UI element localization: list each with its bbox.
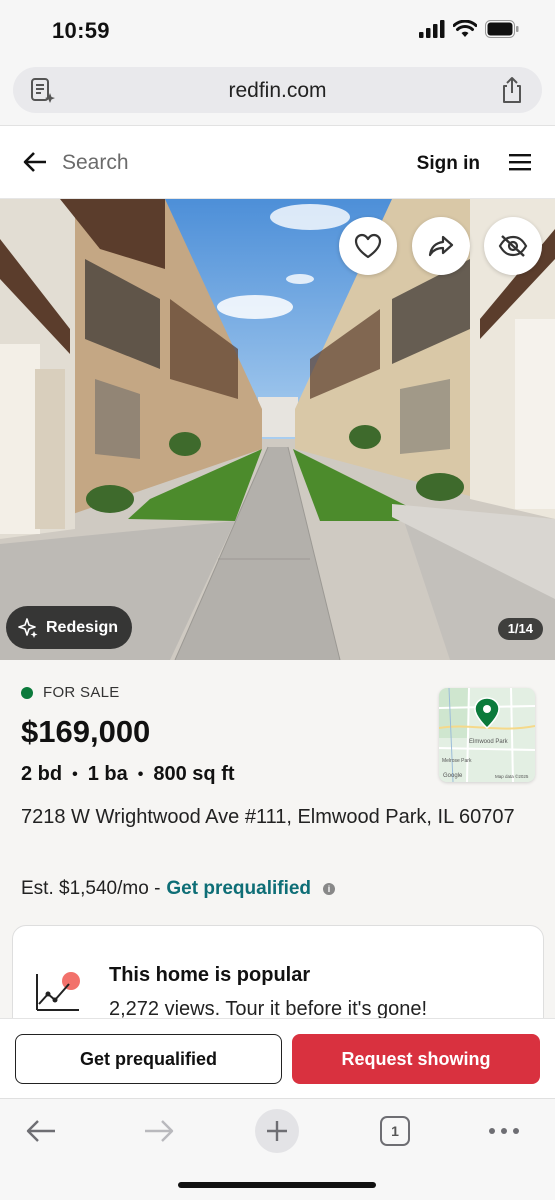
sticky-action-bar: Get prequalified Request showing (0, 1018, 555, 1098)
back-icon (26, 1120, 55, 1142)
map-label-melrose: Melrose Park (442, 758, 472, 764)
home-indicator (178, 1182, 376, 1188)
more-options-button[interactable] (482, 1109, 526, 1153)
separator-dot: • (72, 765, 78, 783)
browser-url-bar: redfin.com (0, 62, 555, 126)
courtyard-photo (0, 199, 555, 660)
share-arrow-icon (428, 235, 454, 257)
listing-stats: 2 bd • 1 ba • 800 sq ft (21, 763, 235, 786)
monthly-estimate: Est. $1,540/mo - Get prequalified i (21, 878, 336, 900)
status-time: 10:59 (52, 18, 110, 43)
listing-info: FOR SALE $169,000 2 bd • 1 ba • 800 sq f… (0, 660, 555, 1045)
forward-icon (145, 1120, 174, 1142)
browser-toolbar: 1 (0, 1098, 555, 1200)
new-tab-button[interactable] (255, 1109, 299, 1153)
signal-icon (419, 20, 445, 38)
back-arrow-icon[interactable] (22, 150, 48, 174)
map-image: Elmwood Park Melrose Park Google Map dat… (439, 688, 535, 782)
listing-address: 7218 W Wrightwood Ave #111, Elmwood Park… (21, 806, 515, 828)
plus-circle (255, 1109, 299, 1153)
heart-icon (354, 233, 382, 259)
popular-title: This home is popular (109, 964, 311, 986)
hide-listing-button[interactable] (484, 217, 542, 275)
status-bar: 10:59 (0, 0, 555, 62)
map-data-credit: Map data ©2025 (495, 773, 529, 779)
map-thumbnail[interactable]: Elmwood Park Melrose Park Google Map dat… (439, 688, 535, 782)
map-google-logo: Google (443, 773, 463, 779)
site-header: Search Sign in (0, 126, 555, 199)
redesign-button[interactable]: Redesign (6, 606, 133, 649)
tab-count: 1 (380, 1116, 410, 1146)
separator-dot: • (137, 765, 144, 783)
beds: 2 bd (21, 763, 63, 785)
get-prequalified-button[interactable]: Get prequalified (15, 1034, 282, 1084)
plus-icon (267, 1121, 287, 1141)
status-icons (419, 20, 519, 38)
listing-price: $169,000 (21, 714, 151, 749)
get-prequalified-link[interactable]: Get prequalified (166, 878, 311, 900)
redesign-label: Redesign (46, 618, 119, 636)
share-icon[interactable] (500, 76, 524, 104)
wifi-icon (453, 20, 477, 37)
square-feet: 800 sq ft (153, 763, 235, 785)
browser-back-button[interactable] (19, 1109, 63, 1153)
trending-chart-icon (36, 972, 80, 1011)
share-listing-button[interactable] (412, 217, 470, 275)
status-dot (21, 686, 33, 699)
status-text: FOR SALE (43, 684, 120, 701)
listing-status: FOR SALE (21, 684, 120, 701)
favorite-button[interactable] (339, 217, 397, 275)
more-dots-icon (489, 1128, 519, 1134)
tabs-button[interactable]: 1 (373, 1109, 417, 1153)
map-label-elmwood: Elmwood Park (469, 739, 509, 745)
photo-counter: 1/14 (497, 618, 543, 640)
listing-photo[interactable]: Redesign 1/14 (0, 199, 555, 660)
baths: 1 ba (87, 763, 128, 785)
browser-forward-button[interactable] (137, 1109, 181, 1153)
address-field[interactable]: redfin.com (13, 67, 542, 113)
menu-icon[interactable] (509, 153, 531, 171)
eye-slash-icon (498, 235, 528, 257)
battery-icon (485, 20, 519, 38)
sign-in-link[interactable]: Sign in (417, 153, 480, 175)
estimate-text: Est. $1,540/mo - (21, 878, 161, 899)
sparkle-icon (18, 617, 38, 638)
request-showing-button[interactable]: Request showing (292, 1034, 540, 1084)
search-input[interactable]: Search (62, 151, 129, 175)
info-icon[interactable]: i (323, 883, 336, 895)
url-text[interactable]: redfin.com (13, 79, 542, 103)
